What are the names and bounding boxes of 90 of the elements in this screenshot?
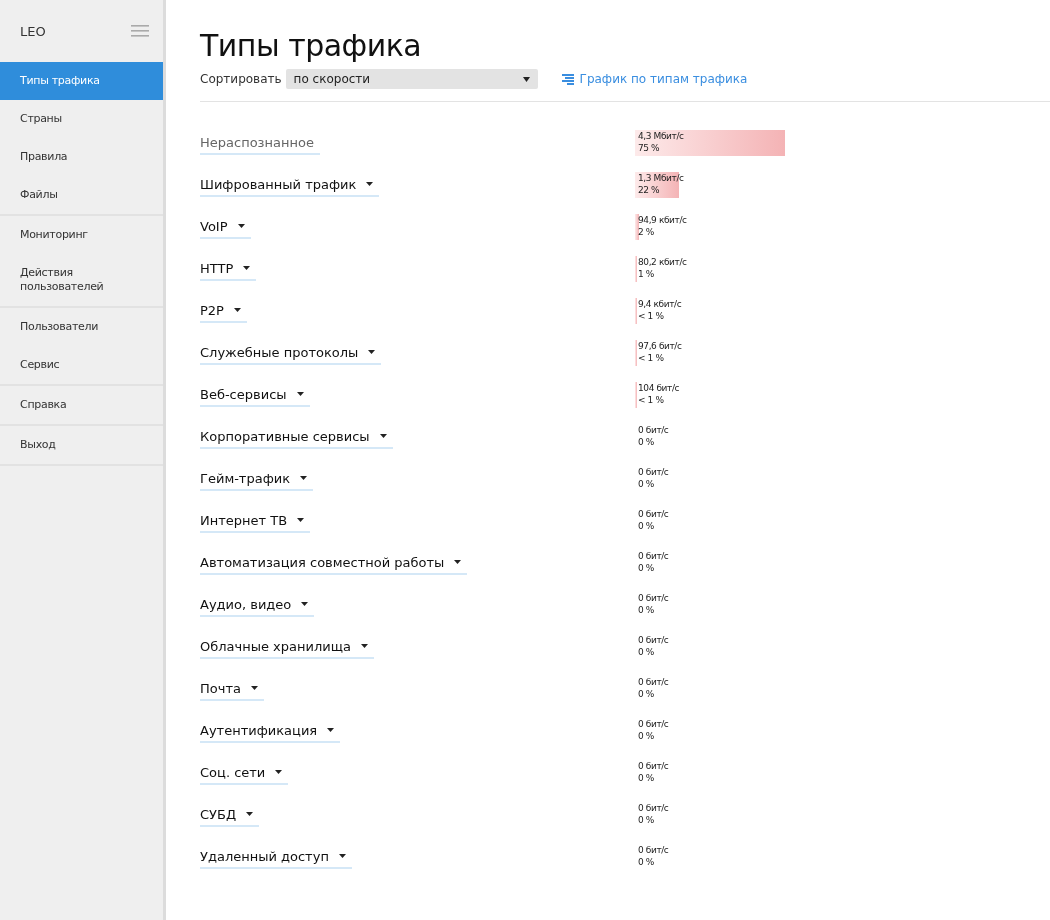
- caret-icon: [454, 560, 462, 564]
- traffic-type-dropdown[interactable]: Корпоративные сервисы: [200, 428, 393, 449]
- speed-value: 0 бит/с: [638, 718, 670, 730]
- speed-value: 9,4 кбит/с: [638, 298, 683, 310]
- caret-icon: [368, 350, 376, 354]
- speed-value: 94,9 кбит/с: [638, 214, 688, 226]
- traffic-type-dropdown[interactable]: Шифрованный трафик: [200, 176, 380, 197]
- caret-icon: [296, 392, 304, 396]
- speed-value: 97,6 бит/с: [638, 340, 683, 352]
- share-value: < 1 %: [638, 394, 665, 406]
- share-value: 0 %: [638, 520, 655, 532]
- speed-value: 104 бит/с: [638, 382, 681, 394]
- nav-item[interactable]: Действия пользователей: [0, 254, 163, 306]
- caret-icon: [297, 518, 305, 522]
- nav-item[interactable]: Файлы: [0, 176, 163, 214]
- share-value: 0 %: [638, 478, 655, 490]
- menu-icon[interactable]: [131, 25, 149, 37]
- bar-list-icon: [561, 73, 574, 85]
- nav-item[interactable]: Страны: [0, 100, 163, 138]
- speed-value: 0 бит/с: [638, 592, 670, 604]
- speed-value: 80,2 кбит/с: [638, 256, 688, 268]
- share-value: 75 %: [638, 142, 661, 154]
- app-logo: LEO: [20, 23, 46, 39]
- speed-value: 0 бит/с: [638, 634, 670, 646]
- caret-icon: [327, 728, 335, 732]
- share-value: 22 %: [638, 184, 661, 196]
- caret-icon: [338, 854, 346, 858]
- caret-icon: [275, 770, 283, 774]
- nav-item[interactable]: Сервис: [0, 346, 163, 384]
- share-value: 2 %: [638, 226, 655, 238]
- share-value: < 1 %: [638, 352, 665, 364]
- share-value: 0 %: [638, 562, 655, 574]
- share-value: 0 %: [638, 604, 655, 616]
- share-value: < 1 %: [638, 310, 665, 322]
- caret-icon: [237, 224, 245, 228]
- share-value: 0 %: [638, 856, 655, 868]
- traffic-type-dropdown[interactable]: СУБД: [200, 806, 260, 827]
- traffic-type-dropdown[interactable]: Соц. сети: [200, 764, 289, 785]
- traffic-type-dropdown[interactable]: Служебные протоколы: [200, 344, 382, 365]
- caret-icon: [360, 644, 368, 648]
- traffic-type-dropdown[interactable]: Аутентификация: [200, 722, 341, 743]
- nav-item[interactable]: Справка: [0, 386, 163, 424]
- speed-value: 0 бит/с: [638, 844, 670, 856]
- sort-label: Сортировать: [200, 72, 282, 86]
- traffic-type-dropdown[interactable]: Облачные хранилища: [200, 638, 374, 659]
- caret-icon: [243, 266, 251, 270]
- traffic-type-dropdown[interactable]: Аудио, видео: [200, 596, 315, 617]
- traffic-type-dropdown[interactable]: HTTP: [200, 260, 257, 281]
- caret-icon: [366, 182, 374, 186]
- caret-icon: [246, 812, 254, 816]
- share-value: 0 %: [638, 814, 655, 826]
- caret-icon: [250, 686, 258, 690]
- speed-value: 0 бит/с: [638, 508, 670, 520]
- caret-icon: [379, 434, 387, 438]
- speed-value: 1,3 Мбит/с: [638, 172, 685, 184]
- page-title: Типы трафика: [200, 28, 423, 63]
- dropdown-caret-icon: [522, 76, 530, 82]
- traffic-type-dropdown[interactable]: Почта: [200, 680, 264, 701]
- speed-value: 0 бит/с: [638, 760, 670, 772]
- traffic-type-dropdown[interactable]: VoIP: [200, 218, 251, 239]
- caret-icon: [300, 476, 308, 480]
- share-value: 0 %: [638, 646, 655, 658]
- traffic-type-dropdown[interactable]: Гейм-трафик: [200, 470, 314, 491]
- speed-value: 0 бит/с: [638, 676, 670, 688]
- nav-item[interactable]: Пользователи: [0, 308, 163, 346]
- speed-value: 0 бит/с: [638, 466, 670, 478]
- caret-icon: [233, 308, 241, 312]
- sort-select[interactable]: по скорости: [285, 69, 538, 89]
- traffic-type-dropdown[interactable]: P2P: [200, 302, 247, 323]
- share-value: 0 %: [638, 688, 655, 700]
- traffic-type-dropdown[interactable]: Интернет ТВ: [200, 512, 311, 533]
- speed-value: 4,3 Мбит/с: [638, 130, 685, 142]
- chart-link[interactable]: График по типам трафика: [561, 72, 748, 86]
- traffic-type-dropdown[interactable]: Автоматизация совместной работы: [200, 554, 468, 575]
- share-value: 1 %: [638, 268, 655, 280]
- speed-value: 0 бит/с: [638, 550, 670, 562]
- traffic-type-dropdown[interactable]: Веб-сервисы: [200, 386, 310, 407]
- nav-item[interactable]: Мониторинг: [0, 216, 163, 254]
- nav-item[interactable]: Типы трафика: [0, 62, 163, 100]
- share-bar: [635, 214, 639, 240]
- traffic-type-link[interactable]: Нераспознанное: [200, 134, 320, 155]
- share-value: 0 %: [638, 772, 655, 784]
- speed-value: 0 бит/с: [638, 424, 670, 436]
- share-value: 0 %: [638, 730, 655, 742]
- nav-item[interactable]: Правила: [0, 138, 163, 176]
- speed-value: 0 бит/с: [638, 802, 670, 814]
- nav-item[interactable]: Выход: [0, 426, 163, 464]
- caret-icon: [301, 602, 309, 606]
- traffic-type-dropdown[interactable]: Удаленный доступ: [200, 848, 352, 869]
- share-value: 0 %: [638, 436, 655, 448]
